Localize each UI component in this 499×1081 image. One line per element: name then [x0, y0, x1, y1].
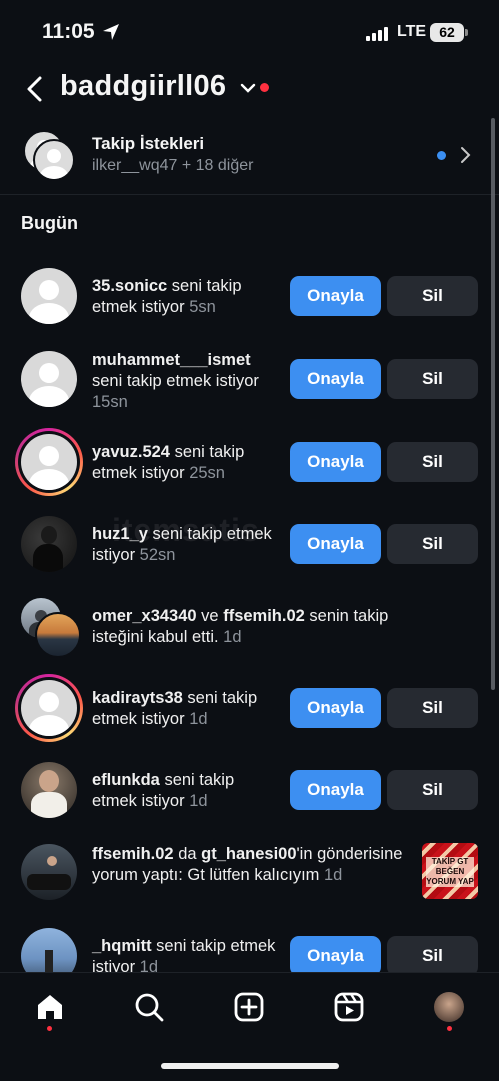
delete-button[interactable]: Sil	[387, 359, 478, 399]
notification-text: omer_x34340 ve ffsemih.02 senin takip is…	[92, 606, 432, 648]
list-item: omer_x34340 ve ffsemih.02 senin takip is…	[0, 598, 499, 660]
message: seni takip etmek istiyor	[92, 372, 259, 390]
avatar[interactable]	[21, 268, 77, 324]
network-type: LTE	[397, 23, 427, 40]
message: da	[173, 845, 202, 863]
timestamp: 1d	[189, 710, 208, 728]
timestamp: 1d	[139, 958, 159, 972]
avatar[interactable]	[21, 928, 77, 972]
username-link[interactable]: kadirayts38	[92, 689, 183, 707]
tab-home[interactable]	[30, 987, 70, 1027]
reels-icon	[334, 992, 364, 1022]
timestamp: 1d	[223, 628, 242, 646]
username-link[interactable]: _hqmitt	[92, 937, 152, 955]
confirm-button[interactable]: Onayla	[290, 359, 381, 399]
home-indicator	[161, 1063, 339, 1069]
signal-icon	[366, 27, 388, 41]
username-link[interactable]: ffsemih.02	[92, 845, 174, 863]
confirm-button[interactable]: Onayla	[290, 770, 381, 810]
chevron-right-icon	[461, 147, 471, 163]
username-link[interactable]: muhammet___ismet	[92, 351, 251, 369]
account-username[interactable]: baddgiirll06	[60, 70, 226, 103]
list-item: eflunkda seni takip etmek istiyor 1d Ona…	[0, 762, 499, 822]
follow-requests-subtitle: ilker__wq47 + 18 diğer	[92, 157, 254, 174]
username-link[interactable]: 35.sonicc	[92, 277, 167, 295]
avatar[interactable]	[21, 434, 77, 490]
list-item: muhammet___ismet seni takip etmek istiyo…	[0, 350, 499, 413]
unread-dot	[437, 151, 446, 160]
tab-create[interactable]	[229, 987, 269, 1027]
status-time: 11:05	[42, 20, 95, 43]
avatar[interactable]	[21, 351, 77, 407]
delete-button[interactable]: Sil	[387, 524, 478, 564]
timestamp: 25sn	[189, 464, 225, 482]
notification-text: muhammet___ismet seni takip etmek istiyo…	[92, 350, 282, 413]
notification-text: kadirayts38 seni takip etmek istiyor 1d	[92, 688, 282, 730]
follow-requests-entry[interactable]: Takip İstekleri ilker__wq47 + 18 diğer	[0, 124, 499, 195]
confirm-button[interactable]: Onayla	[290, 936, 381, 972]
delete-button[interactable]: Sil	[387, 936, 478, 972]
tab-profile[interactable]	[429, 987, 469, 1027]
tab-search[interactable]	[129, 987, 169, 1027]
section-today: Bugün	[21, 213, 78, 233]
story-ring[interactable]	[15, 674, 83, 742]
list-item: 35.sonicc seni takip etmek istiyor 5sn O…	[0, 266, 499, 326]
watermark: itemsatis	[112, 512, 260, 548]
confirm-button[interactable]: Onayla	[290, 276, 381, 316]
delete-button[interactable]: Sil	[387, 442, 478, 482]
message: ve	[196, 607, 224, 625]
battery-indicator: 62	[430, 23, 468, 42]
timestamp: 5sn	[189, 298, 216, 316]
profile-avatar-icon	[434, 992, 464, 1022]
account-notification-dot	[260, 83, 269, 92]
list-item: yavuz.524 seni takip etmek istiyor 25sn …	[0, 428, 499, 498]
post-thumbnail[interactable]: TAKİP GT BEĞEN YORUM YAP	[422, 843, 478, 899]
confirm-button[interactable]: Onayla	[290, 688, 381, 728]
timestamp: 15sn	[92, 393, 128, 411]
delete-button[interactable]: Sil	[387, 688, 478, 728]
avatar[interactable]	[35, 612, 81, 658]
username-link[interactable]: yavuz.524	[92, 443, 170, 461]
username-link[interactable]: omer_x34340	[92, 607, 197, 625]
notification-text: ffsemih.02 da gt_hanesi00'in gönderisine…	[92, 844, 412, 886]
confirm-button[interactable]: Onayla	[290, 524, 381, 564]
thumbnail-text: TAKİP GT BEĞEN YORUM YAP	[426, 857, 474, 887]
list-item: kadirayts38 seni takip etmek istiyor 1d …	[0, 674, 499, 744]
scrollbar[interactable]	[491, 118, 495, 690]
search-icon	[135, 993, 164, 1022]
location-arrow-icon	[103, 24, 119, 40]
timestamp: 1d	[189, 792, 208, 810]
status-bar: 11:05 LTE 62	[0, 0, 499, 66]
notification-text: 35.sonicc seni takip etmek istiyor 5sn	[92, 276, 282, 318]
list-item: _hqmitt seni takip etmek istiyor 1d Onay…	[0, 928, 499, 972]
timestamp: 1d	[324, 866, 343, 884]
chevron-down-icon[interactable]	[240, 82, 256, 94]
home-icon	[38, 995, 62, 1019]
create-icon	[234, 992, 264, 1022]
avatar[interactable]	[21, 516, 77, 572]
notification-text: _hqmitt seni takip etmek istiyor 1d	[92, 936, 282, 972]
list-item: ffsemih.02 da gt_hanesi00'in gönderisine…	[0, 842, 499, 912]
story-ring[interactable]	[15, 428, 83, 496]
header: baddgiirll06	[0, 66, 499, 114]
delete-button[interactable]: Sil	[387, 770, 478, 810]
avatar[interactable]	[21, 762, 77, 818]
profile-notification-dot	[447, 1026, 452, 1031]
follow-requests-title: Takip İstekleri	[92, 134, 205, 153]
back-chevron-icon[interactable]	[22, 74, 50, 104]
username-link[interactable]: ffsemih.02	[223, 607, 305, 625]
avatar[interactable]	[21, 844, 77, 900]
username-link[interactable]: gt_hanesi00	[201, 845, 296, 863]
notification-text: yavuz.524 seni takip etmek istiyor 25sn	[92, 442, 282, 484]
confirm-button[interactable]: Onayla	[290, 442, 381, 482]
home-notification-dot	[47, 1026, 52, 1031]
request-avatar-front	[33, 139, 75, 181]
tab-reels[interactable]	[329, 987, 369, 1027]
avatar[interactable]	[21, 680, 77, 736]
username-link[interactable]: eflunkda	[92, 771, 160, 789]
notification-text: eflunkda seni takip etmek istiyor 1d	[92, 770, 282, 812]
delete-button[interactable]: Sil	[387, 276, 478, 316]
